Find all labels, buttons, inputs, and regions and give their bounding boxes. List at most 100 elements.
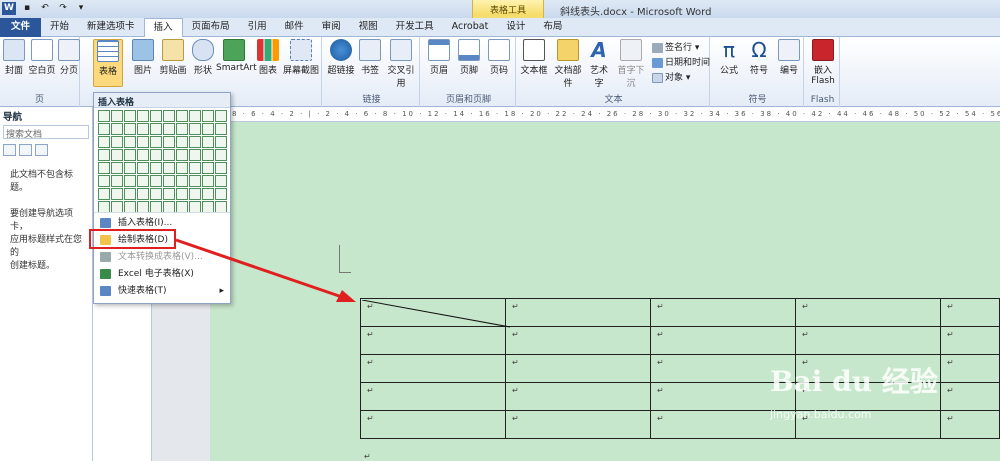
grid-cell[interactable] — [150, 110, 162, 122]
customize-qat-icon[interactable]: ▾ — [74, 2, 88, 15]
grid-cell[interactable] — [150, 149, 162, 161]
grid-cell[interactable] — [150, 123, 162, 135]
grid-cell[interactable] — [189, 162, 201, 174]
tab-3[interactable]: 插入 — [143, 18, 183, 38]
grid-cell[interactable] — [98, 110, 110, 122]
pages-view-icon[interactable] — [19, 144, 32, 156]
grid-cell[interactable] — [202, 136, 214, 148]
tab-0[interactable]: 文件 — [0, 18, 42, 37]
grid-cell[interactable] — [202, 110, 214, 122]
grid-cell[interactable] — [215, 149, 227, 161]
grid-cell[interactable] — [150, 136, 162, 148]
grid-cell[interactable] — [202, 175, 214, 187]
grid-cell[interactable] — [98, 123, 110, 135]
shapes-button[interactable]: 形状 — [192, 39, 214, 76]
tab-5[interactable]: 引用 — [239, 18, 276, 37]
tab-10[interactable]: Acrobat — [443, 18, 498, 37]
table-cell[interactable]: ↵ — [504, 326, 651, 355]
number-button[interactable]: 编号 — [776, 39, 802, 76]
textbox-button[interactable]: 文本框 — [520, 39, 548, 76]
grid-cell[interactable] — [111, 123, 123, 135]
grid-cell[interactable] — [215, 188, 227, 200]
table-cell[interactable]: ↵ — [360, 326, 506, 355]
grid-cell[interactable] — [111, 110, 123, 122]
grid-cell[interactable] — [124, 188, 136, 200]
crossref-button[interactable]: 交叉引用 — [384, 39, 418, 89]
bookmark-button[interactable]: 书签 — [358, 39, 382, 76]
table-cell[interactable]: ↵ — [504, 354, 651, 383]
grid-cell[interactable] — [176, 175, 188, 187]
grid-cell[interactable] — [137, 175, 149, 187]
object-button[interactable]: 对象 ▾ — [652, 70, 690, 83]
grid-cell[interactable] — [98, 136, 110, 148]
grid-cell[interactable] — [202, 149, 214, 161]
page-break-button[interactable]: 分页 — [58, 39, 80, 76]
table-cell[interactable]: ↵ — [504, 298, 651, 327]
table-cell[interactable]: ↵ — [794, 326, 941, 355]
grid-cell[interactable] — [124, 136, 136, 148]
menu-item-4[interactable]: 快速表格(T) ▸ — [96, 283, 228, 300]
grid-cell[interactable] — [215, 136, 227, 148]
datetime-button[interactable]: 日期和时间 — [652, 55, 710, 68]
horizontal-ruler[interactable]: 8 · 6 · 4 · 2 · | · 2 · 4 · 6 · 8 · 10 ·… — [230, 108, 1000, 122]
grid-cell[interactable] — [189, 149, 201, 161]
embed-flash-button[interactable]: 嵌入 Flash — [810, 39, 836, 86]
grid-cell[interactable] — [124, 175, 136, 187]
tab-1[interactable]: 开始 — [41, 18, 78, 37]
table-cell[interactable]: ↵ — [504, 382, 651, 411]
grid-cell[interactable] — [137, 136, 149, 148]
grid-cell[interactable] — [124, 110, 136, 122]
grid-cell[interactable] — [137, 149, 149, 161]
grid-cell[interactable] — [111, 149, 123, 161]
dropcap-button[interactable]: 首字下沉 — [614, 39, 648, 89]
picture-button[interactable]: 图片 — [132, 39, 154, 76]
grid-cell[interactable] — [176, 136, 188, 148]
grid-cell[interactable] — [202, 123, 214, 135]
grid-cell[interactable] — [137, 110, 149, 122]
grid-cell[interactable] — [98, 162, 110, 174]
grid-cell[interactable] — [215, 175, 227, 187]
grid-cell[interactable] — [137, 188, 149, 200]
table-cell[interactable]: ↵ — [649, 298, 796, 327]
screenshot-button[interactable]: 屏幕截图 — [282, 39, 320, 76]
grid-cell[interactable] — [202, 188, 214, 200]
tab-2[interactable]: 新建选项卡 — [78, 18, 144, 37]
table-cell[interactable]: ↵ — [360, 354, 506, 383]
grid-cell[interactable] — [189, 175, 201, 187]
grid-cell[interactable] — [189, 188, 201, 200]
cover-button[interactable]: 封面 — [2, 39, 26, 76]
grid-cell[interactable] — [150, 175, 162, 187]
table-cell[interactable]: ↵ — [939, 326, 1000, 355]
symbol-button[interactable]: Ω 符号 — [746, 39, 772, 76]
redo-icon[interactable]: ↷ — [56, 2, 70, 15]
grid-cell[interactable] — [150, 162, 162, 174]
grid-cell[interactable] — [176, 149, 188, 161]
table-cell[interactable]: ↵ — [939, 298, 1000, 327]
tab-12[interactable]: 布局 — [534, 18, 571, 37]
header-button[interactable]: 页眉 — [426, 39, 452, 76]
grid-cell[interactable] — [124, 123, 136, 135]
grid-cell[interactable] — [137, 162, 149, 174]
tab-7[interactable]: 审阅 — [313, 18, 350, 37]
grid-cell[interactable] — [215, 162, 227, 174]
blank-page-button[interactable]: 空白页 — [28, 39, 56, 76]
nav-search-input[interactable]: 搜索文档 — [3, 125, 89, 140]
grid-cell[interactable] — [176, 188, 188, 200]
grid-cell[interactable] — [163, 123, 175, 135]
tab-8[interactable]: 视图 — [350, 18, 387, 37]
hyperlink-button[interactable]: 超链接 — [326, 39, 356, 76]
tab-11[interactable]: 设计 — [497, 18, 534, 37]
word-logo-icon[interactable]: W — [2, 2, 16, 15]
table-cell[interactable]: ↵ — [794, 298, 941, 327]
grid-cell[interactable] — [189, 123, 201, 135]
wordart-button[interactable]: A 艺术字 — [586, 39, 612, 89]
grid-cell[interactable] — [202, 162, 214, 174]
page-number-button[interactable]: 页码 — [486, 39, 512, 76]
grid-cell[interactable] — [163, 110, 175, 122]
grid-cell[interactable] — [98, 188, 110, 200]
smartart-button[interactable]: SmartArt — [216, 39, 257, 73]
menu-item-3[interactable]: Excel 电子表格(X) — [96, 266, 228, 283]
signature-line-button[interactable]: 签名行 ▾ — [652, 40, 699, 53]
grid-cell[interactable] — [163, 149, 175, 161]
grid-cell[interactable] — [111, 162, 123, 174]
